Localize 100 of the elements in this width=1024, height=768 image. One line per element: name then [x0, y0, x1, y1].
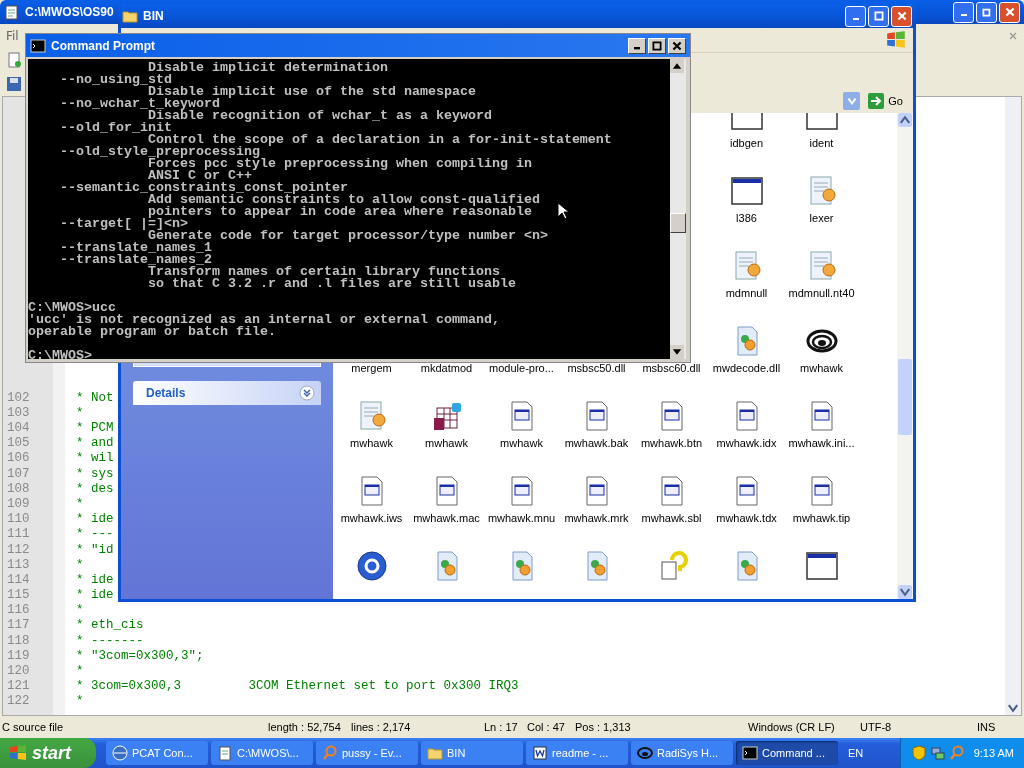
code-line: * "id [76, 542, 114, 557]
start-button[interactable]: start [0, 738, 96, 768]
maximize-icon [651, 39, 663, 52]
column-label: Col : 47 [527, 721, 565, 733]
line-number: 109 [6, 496, 31, 511]
console-icon [742, 745, 758, 761]
scrollbar[interactable] [1005, 97, 1021, 715]
swirl-icon [637, 745, 653, 761]
line-number: 119 [6, 648, 31, 663]
line-number: 110 [6, 512, 31, 527]
scrollbar[interactable] [670, 59, 686, 359]
line-number: 105 [6, 436, 31, 451]
taskbar-button[interactable]: C:\MWOS\... [211, 741, 313, 765]
taskbar-button[interactable]: RadiSys H... [631, 741, 733, 765]
file-type-label: C source file [2, 721, 64, 733]
windows-logo-icon [8, 743, 28, 763]
expand-chevron-icon [299, 385, 315, 401]
new-file-icon[interactable] [6, 52, 22, 68]
code-line: * Not [76, 390, 114, 405]
go-button[interactable]: Go [864, 92, 907, 110]
file-name: mwhawk.tdx [716, 511, 777, 525]
notepad-icon [217, 745, 233, 761]
line-number: 107 [6, 466, 31, 481]
scrollbar[interactable] [897, 113, 913, 599]
line-number: 103 [6, 405, 31, 420]
scroll-thumb[interactable] [898, 359, 912, 435]
magnifier-icon [322, 745, 338, 761]
file-name: mdmnull.nt40 [788, 286, 855, 300]
file-name: mkdatmod [420, 361, 473, 375]
close-button[interactable] [668, 37, 686, 54]
console-output: Disable implicit determination --no_using_std Disable implicit use of the std namespace --no_wchar_t_keyword Disable recognition of wchar_t as a keyword --old_for_init Control the scope of a declaration in a for-init-statement --old_style_preprocessing Forces pcc style preprocessing when compiling in ANSI C or C++ --semantic_constraints_const_pointer Add semantic constraints to allow const-qualified pointers to appear in code area where reasonable --target[ |=]<n> Generate code for target processor/type number <n> --translate_names_1 --translate_names_2 Transform names of certain library functions so that C 3.2 .r and .l files are still usable C:\MWOS>ucc 'ucc' is not recognized as an internal or external command, operable program or batch file. C:\MWOS> [28, 59, 670, 359]
code-line: * sys [76, 466, 114, 481]
restore-button[interactable] [976, 1, 997, 23]
scroll-thumb[interactable] [670, 213, 686, 233]
file-name: mwhawk.bak [564, 436, 629, 450]
code-line: * and [76, 436, 114, 451]
file-name: mwhawk.mac [413, 511, 480, 525]
file-name: module-pro... [489, 361, 554, 375]
language-indicator[interactable]: EN [848, 747, 864, 759]
file-name: mwhawk [425, 436, 468, 450]
file-name: mwhawk.idx [716, 436, 777, 450]
taskbar-button[interactable]: BIN [421, 741, 523, 765]
file-name: mwhawk.ini... [788, 436, 855, 450]
file-name: mwhawk.iws [340, 511, 403, 525]
save-icon[interactable] [6, 76, 22, 92]
taskbar-button[interactable]: pussy - Ev... [316, 741, 418, 765]
window-title: C:\MWOS\OS90 [25, 5, 114, 19]
minimize-icon [852, 17, 859, 21]
network-icon[interactable] [929, 745, 946, 761]
file-name: msbsc60.dll [642, 361, 701, 375]
file-name: mwhawk.tip [792, 511, 851, 525]
taskbar-button[interactable]: readme - ... [526, 741, 628, 765]
arrow-icon [868, 93, 885, 109]
insert-mode-label: INS [977, 721, 996, 733]
console-icon [30, 37, 46, 54]
length-label: length : 52,754 [268, 721, 341, 733]
file-name: mwhawk.mrk [564, 511, 629, 525]
line-number: 120 [6, 664, 31, 679]
line-number: 102 [6, 390, 31, 405]
taskbar-button[interactable]: PCAT Con... [106, 741, 208, 765]
line-number: 115 [6, 588, 31, 603]
minimize-icon [634, 47, 640, 50]
window-file-icon[interactable] [730, 175, 763, 207]
file-name: mwhawk.btn [640, 436, 703, 450]
help-icon[interactable] [355, 550, 388, 582]
window-file-icon[interactable] [805, 550, 838, 582]
minimize-button[interactable] [628, 37, 646, 54]
code-line: * 3com=0x300,3 3COM Ethernet set to port 0x300 IRQ3 [76, 679, 519, 694]
code-line: * ide [76, 512, 114, 527]
code-line: * [76, 405, 84, 420]
code-line: * PCM [76, 421, 114, 436]
file-name: lexer [809, 211, 834, 225]
code-line: * ide [76, 572, 114, 587]
shield-icon[interactable] [910, 745, 927, 761]
line-number: 108 [6, 481, 31, 496]
code-line: * [76, 694, 84, 709]
maximize-button[interactable] [648, 37, 666, 54]
line-number: 117 [6, 618, 31, 633]
taskbar-button[interactable]: Command ... [736, 741, 838, 765]
code-line: * [76, 664, 84, 679]
minimize-icon [960, 13, 967, 17]
globe-icon [112, 745, 128, 761]
code-line: * [76, 603, 84, 618]
details-panel-header[interactable]: Details [133, 381, 321, 405]
file-name: mwdecode.dll [712, 361, 781, 375]
close-icon [1003, 6, 1016, 18]
caret-icon [845, 95, 858, 107]
line-number: 116 [6, 603, 31, 618]
file-name: l386 [736, 211, 757, 225]
line-number: 113 [6, 557, 31, 572]
line-number: 118 [6, 633, 31, 648]
window-title: Command Prompt [51, 38, 155, 53]
file-name: mwhawk [500, 436, 543, 450]
file-name: mwhawk.mnu [487, 511, 556, 525]
code-line: * [76, 557, 84, 572]
menu-item[interactable]: Fil [6, 29, 19, 43]
code-line: * ------- [76, 633, 144, 648]
code-line: * eth_cis [76, 618, 144, 633]
code-line: * des [76, 481, 114, 496]
file-name: mdmnull [725, 286, 768, 300]
